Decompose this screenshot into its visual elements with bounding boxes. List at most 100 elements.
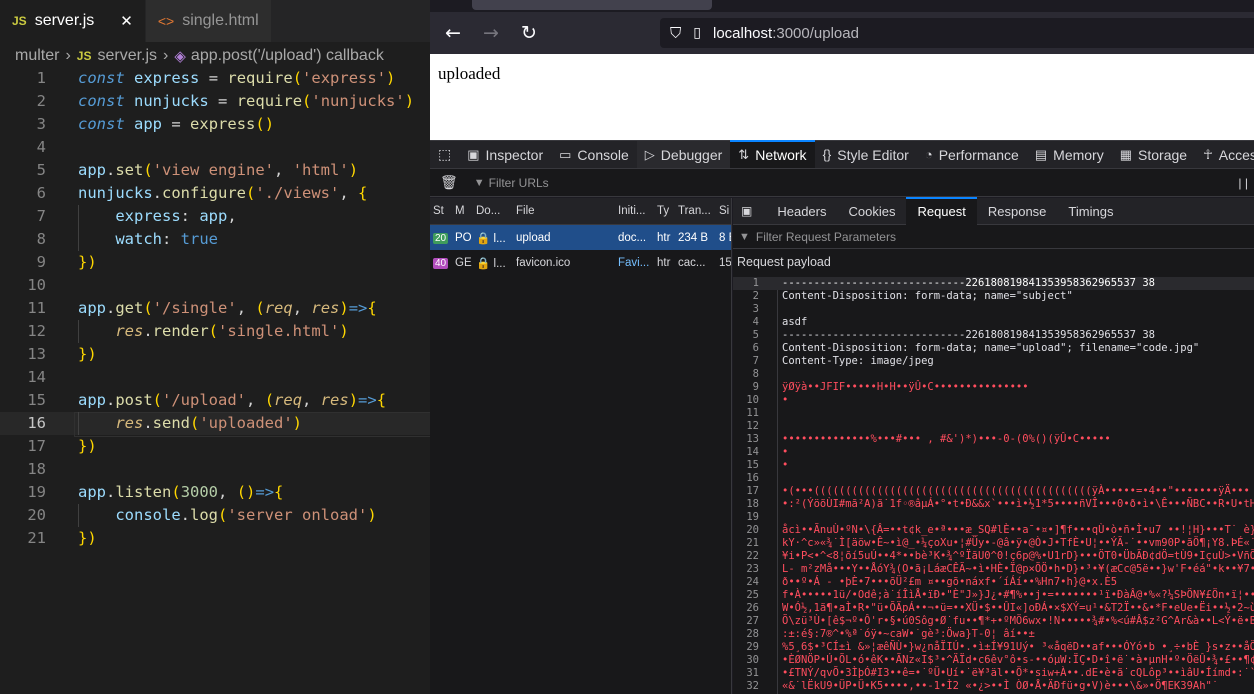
payload-line: 27 Õ\zü³Ù•[ê$¬º•Ô'r•§•ú0Sôg•Ø˙fu••¶*+•ºMÖ… [733, 615, 1254, 628]
html-file-icon: <> [157, 13, 175, 29]
payload-line: 28:±:é§:7®^•%ª˙óÿ•~caW•˙gè³:Öwa}T-0¦ âí•… [733, 628, 1254, 641]
inspector-icon: ▣ [467, 146, 480, 162]
tab-storage[interactable]: ▦ Storage [1112, 141, 1195, 168]
column-method[interactable]: M [455, 205, 473, 217]
payload-line-number: 25 [746, 589, 759, 601]
code-text: console.log('server onload') [115, 506, 377, 524]
tab-memory[interactable]: ▤ Memory [1027, 141, 1112, 168]
column-type[interactable]: Ty [657, 205, 673, 217]
tab-accessibility[interactable]: ☥Accessib [1195, 141, 1254, 168]
filter-icon: ▼ [473, 176, 485, 189]
request-size: 15 [719, 256, 732, 269]
payload-line-number: 3 [752, 303, 759, 315]
line-number: 13 [27, 345, 46, 363]
element-picker-icon[interactable]: ⬚ [430, 141, 459, 168]
devtools-toolbar: ⬚ ▣ Inspector ▭ Console ▷ Debugger ⇅ Network… [430, 140, 1254, 169]
payload-line-text: kY·^c»«¾˙Ì[äöw•Ê~•ì@_•¼çoXu•¦#Üy•-@â•ÿ•@… [782, 537, 1254, 549]
pane-toggle[interactable]: | | [1238, 176, 1248, 190]
method-cube-icon: ◈ [174, 47, 186, 65]
payload-line: 21 kY·^c»«¾˙Ì[äöw•Ê~•ì@_•¼çoXu•¦#Üy•-@â•ÿ… [733, 537, 1254, 550]
tab-debugger[interactable]: ▷ Debugger [636, 141, 731, 168]
tab-request[interactable]: Request [906, 196, 978, 225]
lock-icon: 🔒 [476, 232, 491, 245]
close-icon[interactable]: ✕ [120, 12, 133, 30]
tab-single-html[interactable]: <> single.html [145, 0, 272, 42]
vscode-editor: JS server.js ✕ <> single.html multer › J… [0, 0, 430, 694]
code-line: 2 const nunjucks = require('nunjucks') [0, 90, 430, 113]
payload-line-number: 9 [752, 381, 759, 393]
request-payload-viewer[interactable]: 1 -----------------------------2261808198… [733, 277, 1254, 694]
request-transferred: cac... [678, 256, 706, 269]
payload-line-text: • [782, 459, 789, 471]
reload-icon[interactable]: ↻ [514, 18, 544, 48]
code-editor[interactable]: 1 const express = require('express') 2 con… [0, 67, 430, 550]
filter-urls-input[interactable]: Filter URLs [489, 176, 549, 190]
tab-network[interactable]: ⇅ Network [730, 140, 815, 168]
payload-line-number: 23 [746, 563, 759, 575]
column-size[interactable]: Si [719, 205, 731, 217]
code-line: 13}) [0, 343, 430, 366]
payload-line: 32 «&˙lËkU9•ÜP•Ü•K5••••,••-1•Ì2 «•¿>••Ì Ò… [733, 680, 1254, 693]
filter-params-input[interactable]: Filter Request Parameters [756, 230, 896, 244]
column-domain[interactable]: Do... [476, 205, 510, 217]
tab-label: single.html [182, 12, 259, 29]
request-method: PO [455, 231, 472, 244]
payload-line-text: L- m²zMå•••Y••ÅóY¾(O•ã¡LáæCÊÃ~•ì•HÈ•Ï@p×… [782, 563, 1254, 575]
shield-icon[interactable]: ⛉ [670, 24, 681, 42]
payload-line-text: f•À•••••1ü/•Odê;à˙íÎìÅ•ïÐ•"È"J»}J¿•#¶%••… [782, 589, 1254, 601]
style-editor-icon: {} [822, 147, 832, 162]
performance-icon: ◔ [924, 147, 933, 162]
breadcrumb-file[interactable]: server.js [97, 47, 157, 65]
url-text[interactable]: localhost:3000/upload [713, 25, 859, 42]
payload-line: 6 Content-Disposition: form-data; name="u… [733, 342, 1254, 355]
payload-line: 9 ÿØÿà••JFIF•••••H•H••ÿÛ•C••••••••••••••• [733, 381, 1254, 394]
trash-icon[interactable]: 🗑 [440, 174, 458, 191]
payload-line: 25 f•À•••••1ü/•Odê;à˙íÎìÅ•ïÐ•"È"J»}J¿•#¶%… [733, 589, 1254, 602]
payload-line-text: Content-Type: image/jpeg [782, 355, 934, 367]
request-params-filter[interactable]: ▼ Filter Request Parameters [733, 225, 1254, 249]
column-transferred[interactable]: Tran... [678, 205, 714, 217]
tab-headers[interactable]: Headers [766, 198, 837, 225]
forward-arrow-icon[interactable]: → [476, 18, 506, 48]
breadcrumb-symbol[interactable]: app.post('/upload') callback [191, 47, 384, 65]
browser-tab[interactable] [472, 0, 712, 10]
payload-line-number: 15 [746, 459, 759, 471]
tab-server-js[interactable]: JS server.js ✕ [0, 0, 146, 42]
column-file[interactable]: File [516, 205, 612, 217]
tab-response[interactable]: Response [977, 198, 1058, 225]
request-type: htr [657, 231, 671, 244]
payload-line: 24 ð••º•Á - •þÈ•7•••õÜ²£m ¤••gõ•náxf•´íÁí… [733, 576, 1254, 589]
request-row[interactable]: 20 PO 🔒 l... upload doc... htr 234 B 8 B [430, 225, 731, 250]
tab-performance[interactable]: ◔ Performance [917, 141, 1027, 168]
payload-line: 11 [733, 407, 1254, 420]
payload-line-text: •(•••(((((((((((((((((((((((((((((((((((… [782, 485, 1250, 497]
request-initiator: Favi... [618, 256, 650, 269]
line-number: 10 [27, 276, 46, 294]
code-line: 3 const app = express() [0, 113, 430, 136]
payload-line-text: Õ\zü³Ù•[ê$¬º•Ô'r•§•ú0Sôg•Ø˙fu••¶*+•ºMÖ6w… [782, 615, 1254, 627]
payload-line: 14 • [733, 446, 1254, 459]
page-info-icon[interactable]: ▯ [693, 25, 701, 41]
breadcrumb-folder[interactable]: multer [15, 47, 59, 65]
request-row[interactable]: 40 GE 🔒 l... favicon.ico Favi... htr cac… [430, 250, 731, 275]
debugger-icon: ▷ [644, 146, 655, 162]
tab-inspector[interactable]: ▣ Inspector [459, 141, 551, 168]
address-bar[interactable]: ⛉ ▯ localhost:3000/upload [660, 18, 1254, 48]
request-list: St M Do... File Initi... Ty Tran... Si 2… [430, 198, 732, 694]
toggle-sidebar-icon[interactable]: ▣ [741, 204, 752, 218]
payload-line-number: 26 [746, 602, 759, 614]
payload-line: 30 •ÈØNÖP•Ú•ÕL•ó•êK••ÃNz«I$³•^ÄÏd•c6êv°ô•… [733, 654, 1254, 667]
code-text: app.listen(3000, ()=>{ [78, 483, 284, 501]
code-text: watch: true [115, 230, 218, 248]
tab-style-editor[interactable]: {} Style Editor [815, 141, 917, 168]
column-initiator[interactable]: Initi... [618, 205, 658, 217]
payload-line: 31 •£TNÝ/qvÕ•3ÌþÓ#I3••ê=•˙ºÜ•Uí•˙ë¥³äl••Ö… [733, 667, 1254, 680]
tab-timings[interactable]: Timings [1057, 198, 1124, 225]
line-number: 18 [27, 460, 46, 478]
back-arrow-icon[interactable]: ← [438, 18, 468, 48]
tab-cookies[interactable]: Cookies [837, 198, 906, 225]
payload-line-number: 14 [746, 446, 759, 458]
tab-console[interactable]: ▭ Console [551, 141, 637, 168]
details-tab-bar: ▣ Headers Cookies Request Response Timin… [733, 196, 1254, 225]
column-status[interactable]: St [433, 205, 453, 217]
